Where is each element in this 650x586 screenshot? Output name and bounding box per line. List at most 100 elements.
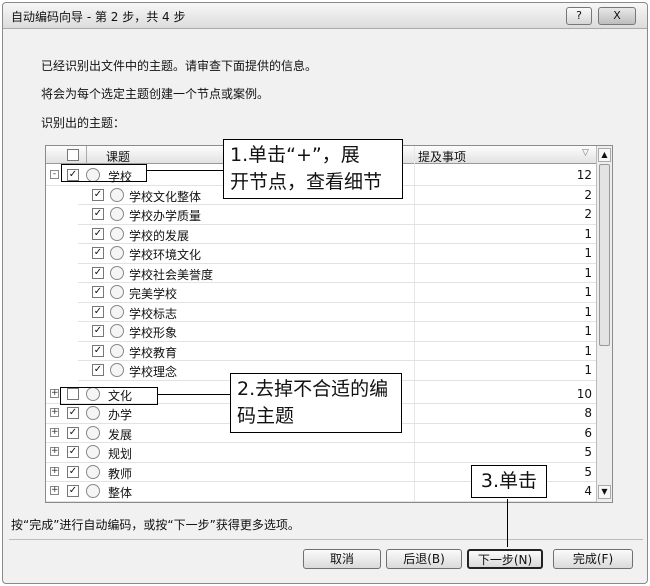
topic-label: 办学 xyxy=(108,408,133,422)
topic-status-icon xyxy=(86,464,100,479)
scrollbar-thumb[interactable] xyxy=(599,164,610,346)
topic-checkbox[interactable]: ✓ xyxy=(92,266,104,279)
mentions-count: 1 xyxy=(584,304,592,319)
mentions-count: 1 xyxy=(584,285,592,299)
topic-status-icon xyxy=(110,324,124,338)
annotation-callout-3: 3.单击 xyxy=(471,465,547,498)
topic-label: 学校办学质量 xyxy=(129,209,202,223)
topic-label: 学校理念 xyxy=(129,365,178,379)
topic-status-icon xyxy=(110,343,124,358)
topic-label: 学校形象 xyxy=(129,326,178,340)
expand-icon[interactable]: + xyxy=(50,466,59,476)
topic-label: 整体 xyxy=(108,486,133,500)
footer-hint: 按“完成”进行自动编码，或按“下一步”获得更多选项。 xyxy=(11,518,300,532)
title-bar: 自动编码向导 - 第 2 步，共 4 步 ? X xyxy=(3,3,647,29)
topic-row[interactable]: + ✓ 规划 5 xyxy=(46,443,598,463)
child-topic-row[interactable]: ✓ 完美学校 1 xyxy=(78,283,598,303)
identified-topics-label: 识别出的主题： xyxy=(41,116,126,130)
child-topic-row[interactable]: ✓ 学校环境文化 1 xyxy=(78,244,598,264)
topic-status-icon xyxy=(110,265,124,280)
expand-icon[interactable]: + xyxy=(50,427,59,437)
topic-checkbox[interactable]: ✓ xyxy=(92,286,104,298)
topic-status-icon xyxy=(110,304,124,319)
intro-text-1: 已经识别出文件中的主题。请审查下面提供的信息。 xyxy=(41,59,318,73)
child-topic-row[interactable]: ✓ 学校标志 1 xyxy=(78,302,598,322)
mentions-count: 12 xyxy=(576,168,592,182)
back-button[interactable]: 后退(B) xyxy=(386,549,462,569)
topic-label: 完美学校 xyxy=(129,287,178,301)
select-all-checkbox[interactable] xyxy=(67,149,79,161)
topic-label: 发展 xyxy=(108,427,133,442)
annotation-highlight-culture xyxy=(60,387,158,405)
topic-label: 学校教育 xyxy=(129,345,178,360)
child-topic-row[interactable]: ✓ 学校社会美誉度 1 xyxy=(78,263,598,283)
finish-button[interactable]: 完成(F) xyxy=(553,549,633,569)
autocode-wizard-window: 自动编码向导 - 第 2 步，共 4 步 ? X 已经识别出文件中的主题。请审查… xyxy=(2,2,648,584)
topic-label: 教师 xyxy=(108,466,133,481)
column-header-topic[interactable]: 课题 xyxy=(106,148,130,165)
topic-checkbox[interactable]: ✓ xyxy=(92,364,104,376)
mentions-count: 6 xyxy=(584,425,592,440)
mentions-count: 1 xyxy=(584,246,592,260)
topic-status-icon xyxy=(110,285,124,299)
topic-label: 学校社会美誉度 xyxy=(129,267,214,282)
help-button[interactable]: ? xyxy=(566,7,592,25)
topic-checkbox[interactable]: ✓ xyxy=(67,446,79,458)
topic-label: 学校环境文化 xyxy=(129,248,202,262)
scroll-down-icon[interactable]: ▼ xyxy=(598,485,611,499)
topic-label: 规划 xyxy=(108,447,133,461)
topic-status-icon xyxy=(110,246,124,260)
mentions-count: 5 xyxy=(584,464,592,479)
expand-icon[interactable]: + xyxy=(50,486,59,495)
child-topic-row[interactable]: ✓ 学校办学质量 2 xyxy=(78,205,598,225)
topic-checkbox[interactable]: ✓ xyxy=(92,344,104,357)
window-title: 自动编码向导 - 第 2 步，共 4 步 xyxy=(11,10,186,24)
topic-status-icon xyxy=(86,406,100,420)
mentions-count: 1 xyxy=(584,324,592,338)
close-button[interactable]: X xyxy=(598,7,636,25)
next-button[interactable]: 下一步(N) xyxy=(467,549,543,569)
scroll-up-icon[interactable]: ▲ xyxy=(598,148,611,162)
annotation-callout-2: 2.去掉不合适的编 码主题 xyxy=(230,373,402,433)
topic-checkbox[interactable]: ✓ xyxy=(67,426,79,439)
topic-label: 学校文化整体 xyxy=(129,189,202,204)
mentions-count: 2 xyxy=(584,207,592,221)
expand-icon[interactable]: + xyxy=(50,388,59,398)
vertical-scrollbar[interactable]: ▲ ▼ xyxy=(596,146,612,502)
topic-checkbox[interactable]: ✓ xyxy=(92,227,104,240)
mentions-count: 4 xyxy=(584,484,592,498)
topic-checkbox[interactable]: ✓ xyxy=(92,247,104,259)
topic-label: 学校的发展 xyxy=(129,228,190,243)
child-topic-row[interactable]: ✓ 学校教育 1 xyxy=(78,341,598,361)
mentions-count: 1 xyxy=(584,265,592,280)
column-header-mentions[interactable]: 提及事项 xyxy=(418,148,466,165)
mentions-count: 5 xyxy=(584,445,592,459)
topic-checkbox[interactable]: ✓ xyxy=(92,208,104,220)
topic-checkbox[interactable]: ✓ xyxy=(92,325,104,337)
expand-icon[interactable]: + xyxy=(50,447,59,456)
mentions-count: 10 xyxy=(576,386,592,401)
topic-checkbox[interactable]: ✓ xyxy=(92,188,104,201)
funnel-icon[interactable]: ▽ xyxy=(582,148,589,158)
child-topic-row[interactable]: ✓ 学校形象 1 xyxy=(78,322,598,342)
topic-status-icon xyxy=(110,226,124,241)
mentions-count: 1 xyxy=(584,363,592,377)
cancel-button[interactable]: 取消 xyxy=(303,549,381,569)
topic-status-icon xyxy=(86,445,100,459)
child-topic-row[interactable]: ✓ 学校的发展 1 xyxy=(78,224,598,244)
topic-status-icon xyxy=(110,207,124,221)
topic-status-icon xyxy=(86,484,100,498)
topic-checkbox[interactable]: ✓ xyxy=(92,305,104,318)
annotation-callout-1: 1.单击“+”，展 开节点，查看细节 xyxy=(223,139,403,199)
expand-icon[interactable]: + xyxy=(50,408,59,417)
topic-checkbox[interactable]: ✓ xyxy=(67,407,79,419)
topic-status-icon xyxy=(110,363,124,377)
topic-status-icon xyxy=(86,425,100,440)
topic-checkbox[interactable]: ✓ xyxy=(67,465,79,478)
mentions-count: 2 xyxy=(584,187,592,202)
topic-checkbox[interactable]: ✓ xyxy=(67,485,79,497)
topic-label: 学校标志 xyxy=(129,306,178,321)
mentions-count: 1 xyxy=(584,226,592,241)
collapse-icon[interactable]: - xyxy=(50,170,59,179)
mentions-count: 1 xyxy=(584,343,592,358)
